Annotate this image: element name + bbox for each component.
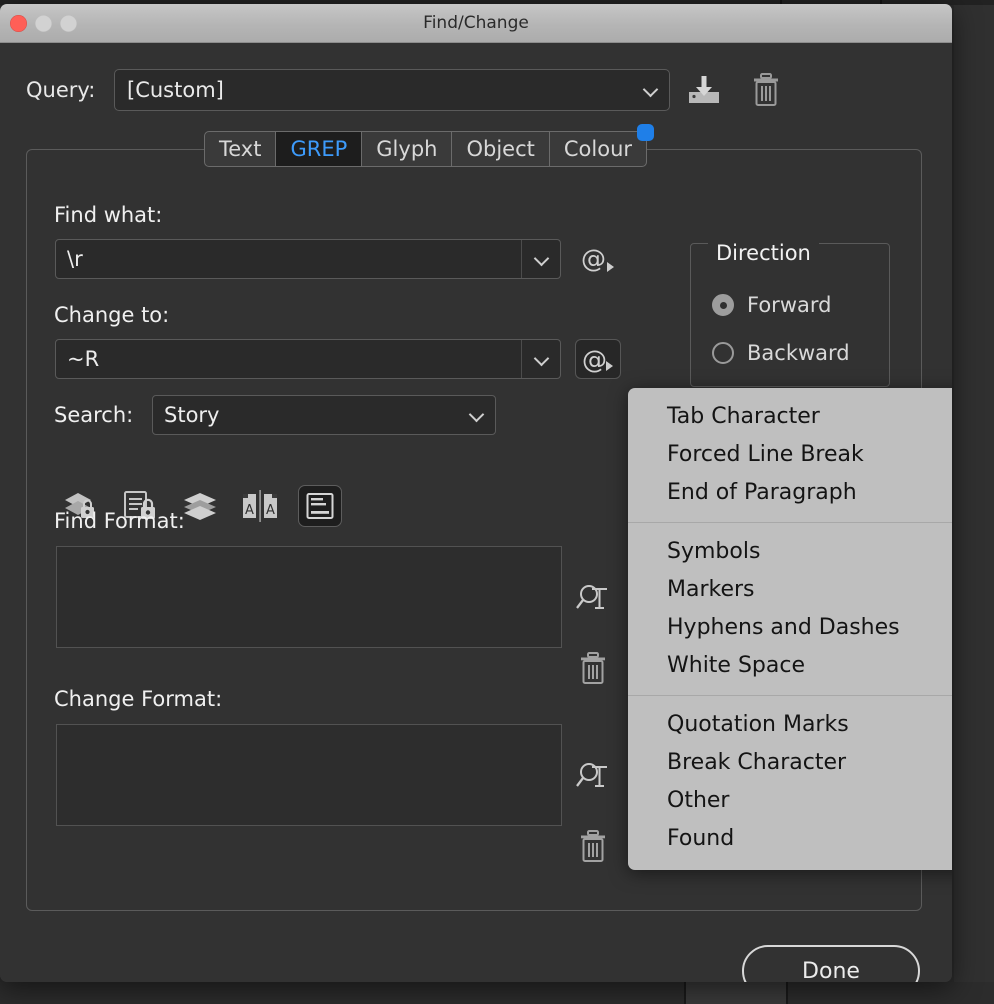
query-dropdown[interactable]: [Custom] (114, 69, 670, 111)
menu-section: Symbols Markers Hyphens and Dashes White… (628, 533, 952, 685)
combo-divider (521, 240, 522, 278)
menu-item[interactable]: Symbols (628, 533, 952, 571)
delete-query-icon[interactable] (748, 71, 784, 109)
tab-colour[interactable]: Colour (549, 124, 655, 167)
at-icon: @ (581, 244, 606, 273)
find-what-value: \r (67, 247, 83, 271)
chevron-down-icon[interactable] (536, 352, 548, 364)
triangle-right-icon (607, 262, 614, 272)
done-button[interactable]: Done (742, 945, 920, 982)
find-format-label: Find Format: (54, 509, 185, 533)
layers-glyph (184, 493, 216, 520)
change-to-special-chars-button[interactable]: @ (575, 339, 621, 379)
menu-item[interactable]: Tab Character (628, 398, 952, 436)
tab-text[interactable]: Text (204, 131, 277, 167)
tab-text-label: Text (219, 137, 262, 161)
trash-glyph (754, 73, 778, 106)
chevron-down-icon (645, 83, 657, 95)
title-bar[interactable]: Find/Change (0, 4, 952, 43)
menu-item[interactable]: Forced Line Break (628, 436, 952, 474)
search-label: Search: (54, 403, 134, 427)
menu-item[interactable]: Other (628, 782, 952, 820)
include-footnotes-icon[interactable] (298, 485, 342, 527)
trash-glyph (581, 652, 605, 684)
find-format-box[interactable] (56, 546, 562, 648)
menu-separator (628, 522, 952, 523)
chevron-down-icon (471, 408, 483, 420)
menu-item[interactable]: Markers (628, 571, 952, 609)
window-title: Find/Change (423, 13, 529, 33)
footnotes-glyph (306, 493, 334, 519)
direction-forward-label: Forward (747, 293, 832, 317)
menu-item[interactable]: Break Character (628, 744, 952, 782)
tab-glyph[interactable]: Glyph (362, 131, 453, 167)
menu-item[interactable]: End of Paragraph (628, 474, 952, 512)
triangle-right-icon (606, 361, 613, 371)
menu-item[interactable]: Hyphens and Dashes (628, 609, 952, 647)
clear-change-format-icon[interactable] (576, 829, 610, 869)
tab-object[interactable]: Object (452, 131, 550, 167)
change-to-value: ~R (67, 347, 100, 371)
menu-item[interactable]: White Space (628, 647, 952, 685)
menu-section: Quotation Marks Break Character Other Fo… (628, 706, 952, 858)
menu-separator (628, 695, 952, 696)
tab-grep-label: GREP (290, 137, 348, 161)
tab-colour-badge-icon (637, 124, 655, 141)
menu-item[interactable]: Found (628, 820, 952, 858)
change-format-label: Change Format: (54, 687, 223, 711)
case-sensitive-glyph: A A (243, 490, 277, 522)
dialog-body: Query: [Custom] Text GREP Glyph Object C… (0, 43, 952, 982)
at-icon: @ (582, 345, 607, 374)
search-scope-dropdown[interactable]: Story (152, 395, 496, 435)
tab-object-label: Object (466, 137, 535, 161)
direction-backward-label: Backward (747, 341, 850, 365)
screen: Find/Change Query: [Custom] Text GREP Gl… (0, 0, 994, 1004)
clear-find-format-icon[interactable] (576, 651, 610, 691)
background-seam (684, 982, 686, 1004)
query-row: Query: [Custom] (0, 69, 952, 113)
find-change-dialog: Find/Change Query: [Custom] Text GREP Gl… (0, 4, 952, 982)
search-scope-value: Story (164, 403, 220, 427)
tab-colour-label: Colour (563, 137, 633, 161)
desktop-background-bottom (0, 982, 994, 1004)
radio-selected-icon (712, 294, 734, 316)
specify-find-format-icon[interactable] (575, 582, 611, 620)
direction-backward-option[interactable]: Backward (712, 341, 850, 365)
query-value: [Custom] (127, 78, 224, 102)
direction-forward-option[interactable]: Forward (712, 293, 831, 317)
special-characters-menu: Tab Character Forced Line Break End of P… (628, 388, 952, 870)
background-seam (786, 982, 788, 1004)
change-format-box[interactable] (56, 724, 562, 826)
background-panel (686, 982, 786, 1004)
specify-change-format-icon[interactable] (575, 760, 611, 798)
tab-grep[interactable]: GREP (276, 131, 363, 167)
tab-glyph-label: Glyph (376, 137, 438, 161)
svg-text:A: A (245, 503, 254, 518)
svg-text:A: A (266, 503, 275, 518)
save-query-icon[interactable] (684, 73, 724, 107)
combo-divider (521, 340, 522, 378)
mode-tabs: Text GREP Glyph Object Colour (204, 124, 655, 167)
case-sensitive-icon[interactable]: A A (238, 485, 282, 527)
direction-title: Direction (708, 241, 819, 265)
find-what-label: Find what: (54, 203, 163, 227)
find-format-glyph (576, 585, 607, 609)
radio-unselected-icon (712, 342, 734, 364)
menu-item[interactable]: Quotation Marks (628, 706, 952, 744)
desktop-background-right (954, 5, 994, 982)
find-what-special-chars-button[interactable]: @ (575, 239, 621, 279)
change-to-input[interactable]: ~R (55, 339, 561, 379)
change-to-label: Change to: (54, 303, 170, 327)
menu-section: Tab Character Forced Line Break End of P… (628, 398, 952, 512)
find-what-input[interactable]: \r (55, 239, 561, 279)
query-label: Query: (26, 78, 96, 102)
chevron-down-icon[interactable] (536, 252, 548, 264)
change-format-glyph (576, 763, 607, 787)
trash-glyph (581, 830, 605, 862)
save-query-glyph (689, 76, 719, 103)
